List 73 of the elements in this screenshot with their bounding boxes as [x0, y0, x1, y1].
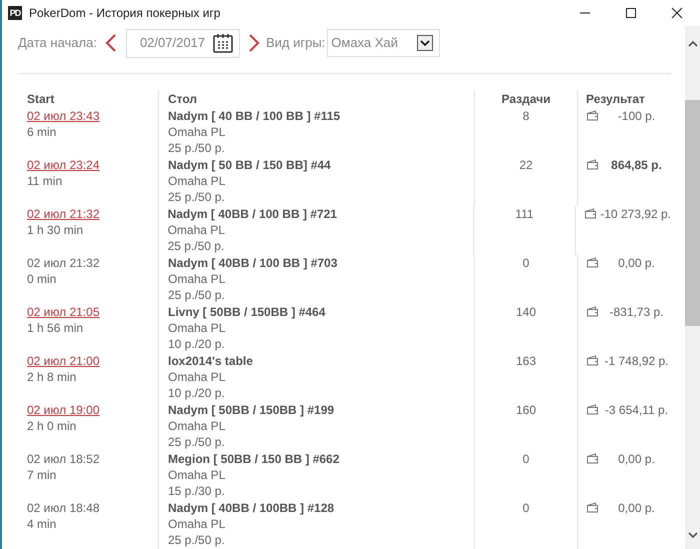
start-time: 02 июл 18:52	[27, 451, 100, 467]
column-header: Результат	[586, 92, 645, 106]
result-amount: 0,00 р.	[618, 501, 655, 515]
result-amount: 0,00 р.	[618, 452, 655, 466]
date-label: Дата начала:	[18, 34, 97, 52]
table-name: Nadym [ 50 BB / 150 BB] #44	[168, 157, 331, 173]
result-amount: -1 748,92 р.	[604, 354, 669, 368]
table-name: Megion [ 50BB / 150 BB ] #662	[168, 451, 340, 467]
column-header: Раздачи	[502, 92, 550, 106]
result-amount: 0,00 р.	[618, 256, 655, 270]
start-time-link[interactable]: 02 июл 21:00	[27, 353, 100, 369]
duration: 6 min	[27, 124, 56, 140]
game-type: Omaha PL	[168, 516, 226, 532]
hands-count: 111	[515, 207, 534, 221]
result-amount: -100 р.	[618, 109, 656, 123]
column-header: Стол	[168, 92, 198, 106]
start-time: 02 июл 18:48	[27, 500, 100, 516]
stakes: 10 р./20 р.	[168, 385, 225, 401]
start-time-link[interactable]: 02 июл 19:00	[27, 402, 100, 418]
duration: 1 h 56 min	[27, 320, 84, 336]
game-type: Omaha PL	[168, 418, 226, 434]
date-field[interactable]: 02/07/2017	[126, 28, 240, 58]
game-type-dropdown[interactable]: Омаха Хай	[327, 29, 440, 57]
table-name: Nadym [ 40BB / 100 BB ] #703	[168, 255, 338, 271]
table-name: Nadym [ 40BB / 100BB ] #128	[168, 500, 334, 516]
start-time-link[interactable]: 02 июл 21:32	[27, 206, 100, 222]
game-type-label: Вид игры:	[266, 34, 326, 52]
stakes: 25 р./50 р.	[168, 287, 225, 303]
column-header: Start	[27, 92, 54, 106]
stakes: 25 р./50 р.	[168, 434, 225, 450]
hands-count: 160	[516, 403, 536, 417]
hands-count: 0	[522, 501, 530, 515]
table-name: Nadym [ 40BB / 100 BB ] #721	[168, 206, 337, 222]
start-time: 02 июл 21:32	[27, 255, 100, 271]
hands-count: 0	[522, 452, 530, 466]
table-name: lox2014's table	[168, 353, 253, 369]
start-time-link[interactable]: 02 июл 21:05	[27, 304, 100, 320]
game-type: Omaha PL	[168, 222, 225, 238]
start-time-link[interactable]: 02 июл 23:24	[27, 157, 100, 173]
duration: 4 min	[27, 516, 56, 532]
game-type: Omaha PL	[168, 124, 226, 140]
duration: 7 min	[27, 467, 56, 483]
start-time-link[interactable]: 02 июл 23:43	[27, 108, 100, 124]
table-name: Nadym [ 50BB / 150BB ] #199	[168, 402, 334, 418]
hands-count: 8	[522, 109, 530, 123]
game-type: Omaha PL	[168, 369, 226, 385]
game-type: Omaha PL	[168, 467, 226, 483]
stakes: 15 р./30 р.	[168, 483, 225, 499]
app-logo: PD	[8, 6, 22, 20]
stakes: 25 р./50 р.	[168, 140, 225, 156]
table-name: Livny [ 50BB / 150BB ] #464	[168, 304, 326, 320]
hands-count: 0	[522, 256, 530, 270]
game-type: Omaha PL	[168, 271, 226, 287]
game-type: Omaha PL	[168, 320, 226, 336]
hands-count: 140	[516, 305, 536, 319]
window-title: PokerDom - История покерных игр	[29, 5, 220, 22]
game-type: Omaha PL	[168, 173, 226, 189]
stakes: 10 р./20 р.	[168, 336, 225, 352]
duration: 2 h 8 min	[27, 369, 76, 385]
table-name: Nadym [ 40 BB / 100 BB ] #115	[168, 108, 340, 124]
stakes: 25 р./50 р.	[168, 238, 224, 254]
duration: 1 h 30 min	[27, 222, 84, 238]
duration: 2 h 0 min	[27, 418, 76, 434]
stakes: 25 р./50 р.	[168, 189, 225, 205]
result-amount: 864,85 р.	[611, 158, 662, 172]
result-amount: -10 273,92 р.	[600, 207, 671, 221]
hands-count: 163	[516, 354, 536, 368]
result-amount: -3 654,11 р.	[604, 403, 668, 417]
stakes: 25 р./50 р.	[168, 532, 225, 548]
result-amount: -831,73 р.	[609, 305, 664, 319]
duration: 11 min	[27, 173, 62, 189]
duration: 0 min	[27, 271, 56, 287]
hands-count: 22	[519, 158, 533, 172]
